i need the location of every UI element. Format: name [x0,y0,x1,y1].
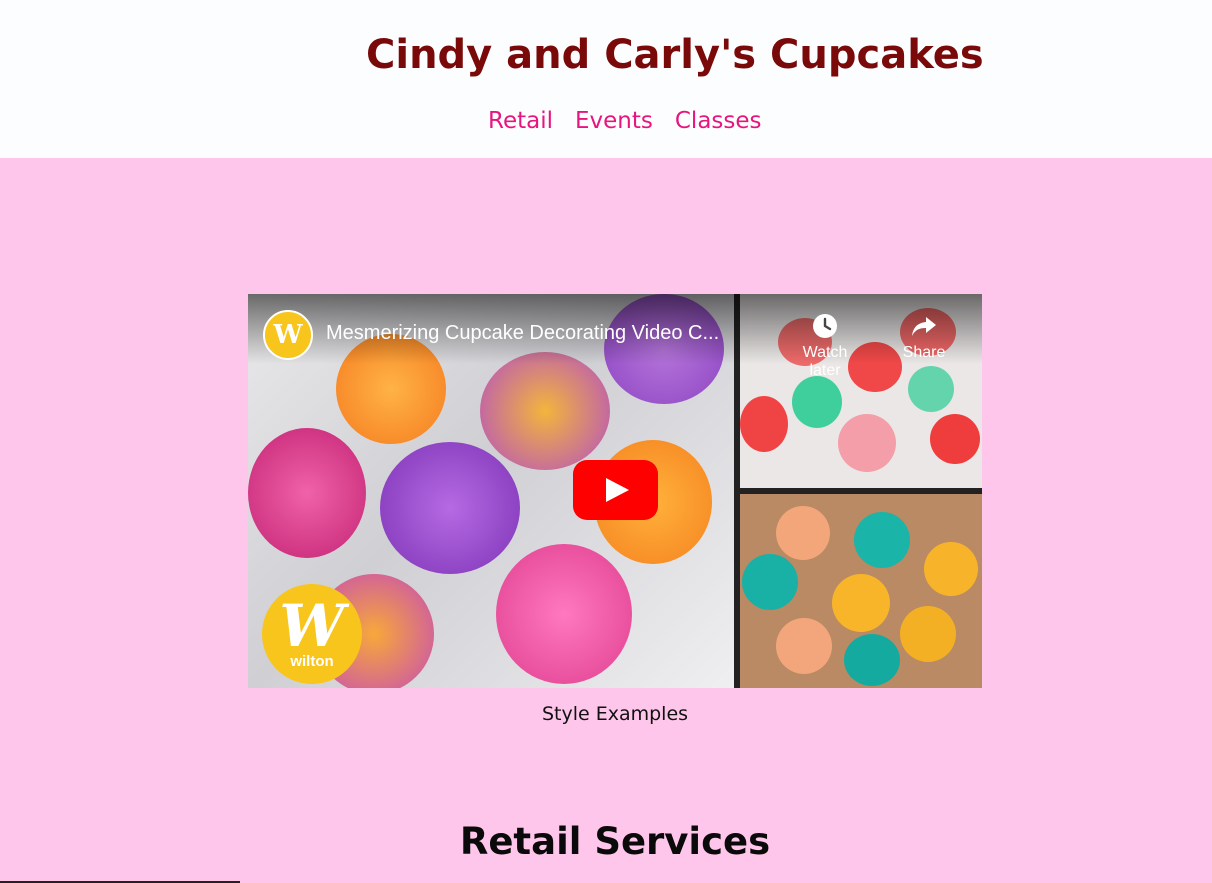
nav-link-classes[interactable]: Classes [675,108,762,134]
site-title: Cindy and Carly's Cupcakes [366,32,984,78]
main-nav: Retail Events Classes [488,108,762,134]
section-title-retail-services: Retail Services [459,820,771,863]
watch-later-button[interactable]: Watch later [785,312,865,380]
share-button[interactable]: Share [884,312,964,362]
nav-link-retail[interactable]: Retail [488,108,553,134]
watch-later-label: Watch later [802,344,848,379]
play-button[interactable] [573,460,658,520]
video-thumbnail-bottom [740,494,982,688]
channel-avatar[interactable]: W [263,310,313,360]
share-label: Share [902,344,946,361]
video-caption: Style Examples [541,703,689,725]
share-icon [912,317,936,336]
wilton-logo-mark: W [279,591,345,660]
video-title[interactable]: Mesmerizing Cupcake Decorating Video C..… [326,322,766,345]
site-header: Cindy and Carly's Cupcakes Retail Events… [0,0,1212,158]
main-content: W Mesmerizing Cupcake Decorating Video C… [0,158,1212,883]
video-embed[interactable]: W Mesmerizing Cupcake Decorating Video C… [248,294,982,688]
wilton-logo-text: wilton [290,652,334,670]
wilton-logo: W wilton [262,584,362,684]
nav-link-events[interactable]: Events [575,108,653,134]
clock-icon [813,314,837,338]
